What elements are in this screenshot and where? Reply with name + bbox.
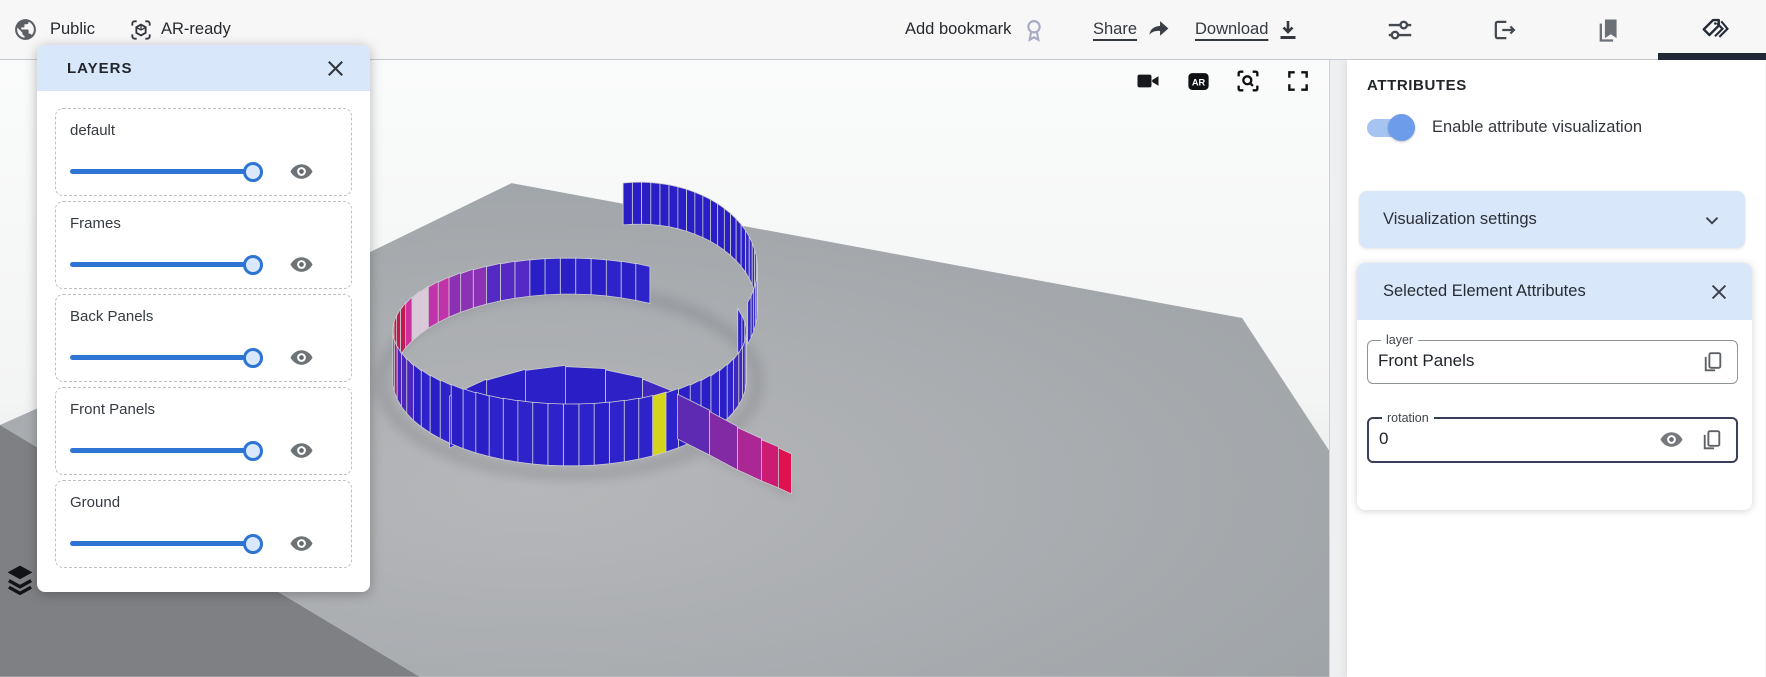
video-camera-icon [1134,67,1162,95]
close-layers-button[interactable] [318,51,352,85]
layer-name: default [70,122,337,139]
toggle-thumb [1388,114,1415,141]
zoom-to-fit-button[interactable] [1231,64,1265,98]
layers-list: default Frames Back Panels [37,91,370,568]
svg-text:AR: AR [1191,77,1205,87]
eye-icon [1658,426,1685,453]
layers-panel-header: LAYERS [37,45,370,91]
viewport-hud: AR [1131,64,1315,98]
tune-icon [1385,15,1415,45]
attributes-title: ATTRIBUTES [1367,77,1467,94]
slider-thumb[interactable] [243,255,263,275]
globe-icon [13,17,38,42]
bookmarks-button[interactable] [1592,13,1626,47]
filters-button[interactable] [1383,13,1417,47]
bookmark-stack-icon [1595,16,1623,44]
close-icon [1708,281,1730,303]
layers-panel: LAYERS default Frames [37,45,370,592]
visualization-settings-header[interactable]: Visualization settings [1359,191,1745,248]
share-arrow-icon [1146,17,1171,42]
share-link[interactable]: Share [1093,0,1171,59]
slider-thumb[interactable] [243,348,263,368]
rotation-field[interactable]: rotation 0 [1367,411,1738,463]
share-label: Share [1093,20,1137,39]
visibility-eye-button[interactable] [288,437,315,464]
visibility-eye-button[interactable] [288,530,315,557]
add-bookmark-button[interactable]: Add bookmark [905,0,1047,59]
eye-icon [288,344,315,371]
app: Public AR-ready Add bookmark S [0,0,1766,677]
panel-gutter [1330,60,1347,677]
visualization-settings-label: Visualization settings [1383,210,1537,229]
layer-name: Ground [70,494,337,511]
eye-icon [288,251,315,278]
copy-icon [1699,427,1724,452]
selected-attributes-header: Selected Element Attributes [1357,263,1752,320]
slider-thumb[interactable] [243,162,263,182]
layer-item: Front Panels [55,387,352,475]
visibility-eye-button[interactable] [288,158,315,185]
opacity-slider[interactable] [70,169,254,174]
close-icon [324,57,347,80]
download-icon [1276,18,1300,42]
visibility-label: Public [50,20,95,39]
selected-attributes-title: Selected Element Attributes [1383,282,1586,301]
ar-cube-icon [128,17,154,43]
fullscreen-icon [1285,68,1311,94]
fullscreen-button[interactable] [1281,64,1315,98]
eye-icon [288,530,315,557]
opacity-slider[interactable] [70,355,254,360]
export-icon [1490,16,1518,44]
visibility-button[interactable] [8,13,42,47]
layer-name: Front Panels [70,401,337,418]
visibility-eye-button[interactable] [288,251,315,278]
ar-badge-icon: AR [1185,68,1212,95]
copy-rotation-button[interactable] [1698,426,1724,452]
layer-item: default [55,108,352,196]
download-label: Download [1195,20,1268,39]
download-link[interactable]: Download [1195,0,1300,59]
layer-field-value: Front Panels [1378,351,1699,371]
eye-icon [288,437,315,464]
badge-medal-icon [1021,17,1047,43]
attribute-visualization-toggle[interactable] [1367,119,1414,137]
add-bookmark-label: Add bookmark [905,20,1011,39]
selected-attributes-card: Selected Element Attributes layer Front … [1357,263,1752,510]
toggle-label: Enable attribute visualization [1432,118,1642,137]
copy-icon [1700,349,1725,374]
copy-layer-button[interactable] [1699,348,1725,374]
record-view-button[interactable] [1131,64,1165,98]
rotation-field-value: 0 [1379,429,1658,449]
tags-tab-button[interactable] [1698,13,1732,47]
close-selected-button[interactable] [1702,275,1736,309]
rotation-field-legend: rotation [1382,411,1434,425]
layer-field-legend: layer [1381,333,1418,347]
visibility-eye-button[interactable] [288,344,315,371]
layer-name: Frames [70,215,337,232]
attributes-panel: ATTRIBUTES Enable attribute visualizatio… [1347,60,1765,677]
slider-thumb[interactable] [243,441,263,461]
focus-search-icon [1234,67,1262,95]
opacity-slider[interactable] [70,448,254,453]
stacked-layers-icon [4,563,36,597]
layers-fab-button[interactable] [4,563,36,597]
layer-name: Back Panels [70,308,337,325]
layer-field: layer Front Panels [1367,333,1738,384]
opacity-slider[interactable] [70,541,254,546]
ar-ready-label: AR-ready [161,20,231,39]
active-tab-underline [1658,53,1766,60]
layer-item: Back Panels [55,294,352,382]
eye-icon [288,158,315,185]
layer-item: Frames [55,201,352,289]
export-button[interactable] [1487,13,1521,47]
rotation-visibility-button[interactable] [1658,426,1684,452]
chevron-down-icon [1701,209,1723,231]
ar-mode-button[interactable]: AR [1181,64,1215,98]
slider-thumb[interactable] [243,534,263,554]
layers-panel-title: LAYERS [67,60,132,77]
opacity-slider[interactable] [70,262,254,267]
layer-item: Ground [55,480,352,568]
tag-icon [1700,15,1730,45]
